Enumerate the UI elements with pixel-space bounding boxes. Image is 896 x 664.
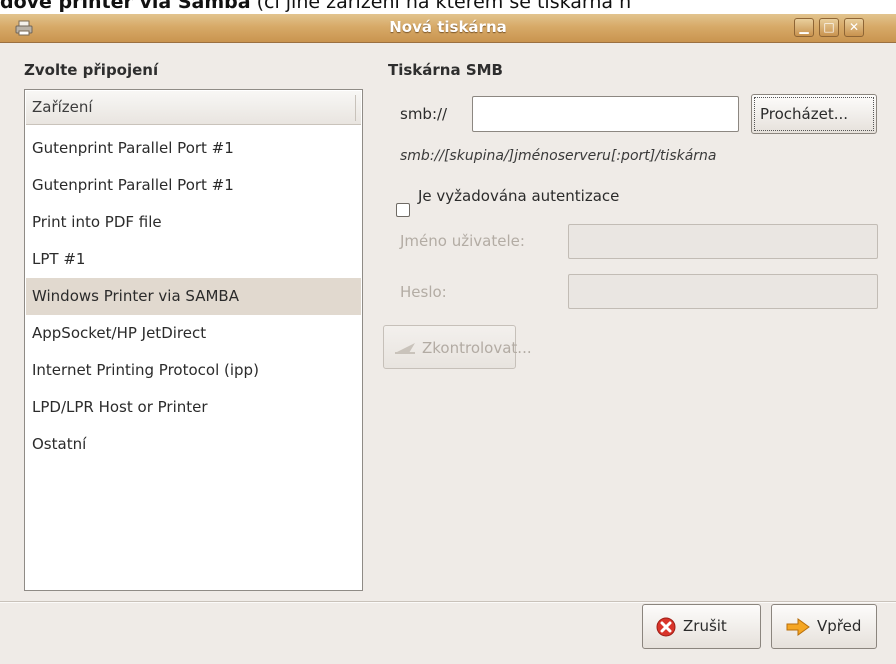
- doc-bold-text: dové printer via Samba: [0, 0, 251, 13]
- forward-button[interactable]: Vpřed: [771, 604, 877, 649]
- password-label: Heslo:: [400, 283, 447, 301]
- username-label: Jméno uživatele:: [400, 232, 525, 250]
- list-item[interactable]: Print into PDF file: [26, 204, 361, 241]
- username-input[interactable]: [568, 224, 878, 259]
- window-title: Nová tiskárna: [389, 18, 507, 36]
- smb-section-title: Tiskárna SMB: [388, 61, 503, 79]
- close-button[interactable]: ✕: [844, 18, 864, 37]
- list-item[interactable]: Gutenprint Parallel Port #1: [26, 130, 361, 167]
- list-column-header[interactable]: Zařízení: [26, 91, 361, 125]
- list-item-label: Ostatní: [32, 435, 87, 453]
- minimize-icon: ▁: [799, 20, 809, 34]
- maximize-icon: □: [823, 20, 835, 34]
- forward-arrow-icon: [786, 618, 810, 636]
- verify-icon: [395, 343, 415, 354]
- smb-address-input[interactable]: [472, 96, 739, 132]
- smb-label: smb://: [400, 105, 448, 123]
- browse-button-label: Procházet...: [760, 105, 849, 123]
- connection-section-title: Zvolte připojení: [24, 61, 159, 79]
- list-item-label: Gutenprint Parallel Port #1: [32, 139, 234, 157]
- auth-checkbox-label[interactable]: Je vyžadována autentizace: [418, 187, 619, 205]
- column-header-label: Zařízení: [32, 98, 93, 116]
- list-item[interactable]: AppSocket/HP JetDirect: [26, 315, 361, 352]
- list-item-label: AppSocket/HP JetDirect: [32, 324, 207, 342]
- list-item-label: Gutenprint Parallel Port #1: [32, 176, 234, 194]
- list-item[interactable]: Ostatní: [26, 426, 361, 463]
- password-input[interactable]: [568, 274, 878, 309]
- list-item-label: Print into PDF file: [32, 213, 162, 231]
- browse-button[interactable]: Procházet...: [751, 94, 877, 134]
- list-item-label: Internet Printing Protocol (ipp): [32, 361, 259, 379]
- cancel-button-label: Zrušit: [683, 617, 727, 635]
- verify-button[interactable]: Zkontrolovat...: [383, 325, 532, 369]
- verify-button-label: Zkontrolovat...: [422, 339, 532, 357]
- cancel-button[interactable]: Zrušit: [642, 604, 761, 649]
- title-bar[interactable]: Nová tiskárna ▁ □ ✕: [0, 14, 896, 43]
- doc-text: (či jiné zařízení na kterém se tiskárna …: [250, 0, 632, 13]
- list-item[interactable]: Internet Printing Protocol (ipp): [26, 352, 361, 389]
- list-item-label: LPT #1: [32, 250, 86, 268]
- column-divider: [355, 95, 356, 121]
- cancel-icon: [656, 617, 676, 637]
- connection-list[interactable]: Zařízení Gutenprint Parallel Port #1 Gut…: [24, 89, 363, 591]
- minimize-button[interactable]: ▁: [794, 18, 814, 37]
- list-item-label: Windows Printer via SAMBA: [32, 287, 239, 305]
- new-printer-dialog: Nová tiskárna ▁ □ ✕ Zvolte připojení Zař…: [0, 14, 896, 664]
- list-item-label: LPD/LPR Host or Printer: [32, 398, 208, 416]
- maximize-button[interactable]: □: [819, 18, 839, 37]
- smb-uri-hint: smb://[skupina/]jménoserveru[:port]/tisk…: [400, 148, 717, 164]
- forward-button-label: Vpřed: [817, 617, 862, 635]
- footer-separator: [0, 601, 896, 603]
- list-item-selected[interactable]: Windows Printer via SAMBA: [26, 278, 361, 315]
- background-document-text: dové printer via Samba (či jiné zařízení…: [0, 0, 896, 14]
- close-icon: ✕: [848, 20, 860, 34]
- list-item[interactable]: Gutenprint Parallel Port #1: [26, 167, 361, 204]
- list-item[interactable]: LPT #1: [26, 241, 361, 278]
- auth-checkbox[interactable]: [396, 203, 410, 217]
- list-item[interactable]: LPD/LPR Host or Printer: [26, 389, 361, 426]
